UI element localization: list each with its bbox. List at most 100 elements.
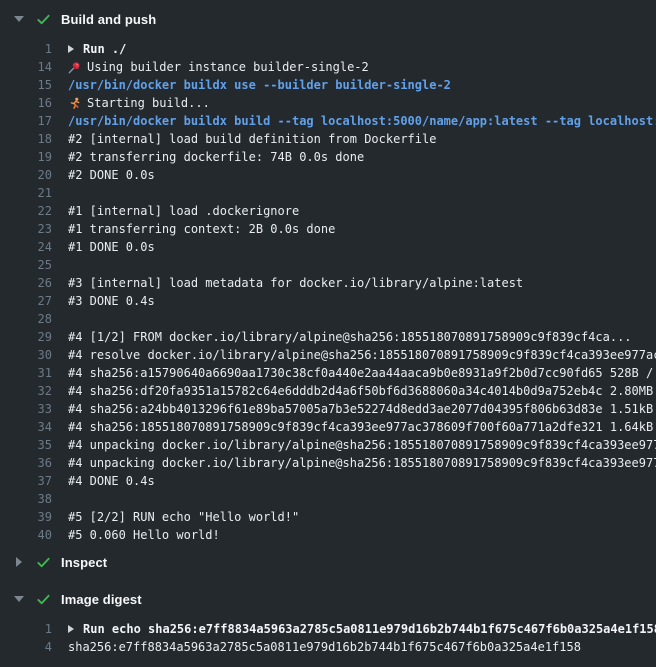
- log-text: #5 [2/2] RUN echo "Hello world!": [68, 508, 656, 526]
- line-number[interactable]: 39: [0, 508, 52, 526]
- log-text: Using builder instance builder-single-2: [68, 58, 656, 76]
- log-text-content: #4 resolve docker.io/library/alpine@sha2…: [68, 346, 656, 364]
- log-text: #4 sha256:185518070891758909c9f839cf4ca3…: [68, 418, 656, 436]
- line-number[interactable]: 24: [0, 238, 52, 256]
- log-text-content: #1 transferring context: 2B 0.0s done: [68, 220, 335, 238]
- line-number[interactable]: 14: [0, 58, 52, 76]
- log-text: #1 DONE 0.0s: [68, 238, 656, 256]
- log-line: 1 Run echo sha256:e7ff8834a5963a2785c5a08…: [0, 620, 656, 638]
- log-text-content: Run echo sha256:e7ff8834a5963a2785c5a081…: [83, 620, 656, 638]
- log-line: 4 sha256:e7ff8834a5963a2785c5a0811e979d16…: [0, 638, 656, 656]
- line-number[interactable]: 30: [0, 346, 52, 364]
- log-text: /usr/bin/docker buildx use --builder bui…: [68, 76, 656, 94]
- log-text: [68, 256, 656, 274]
- line-number[interactable]: 1: [0, 620, 52, 638]
- expand-arrow-icon[interactable]: [68, 45, 74, 53]
- runner-icon: [68, 97, 81, 110]
- log-text-content: Using builder instance builder-single-2: [87, 58, 369, 76]
- line-number[interactable]: 16: [0, 94, 52, 112]
- log-text: #3 [internal] load metadata for docker.i…: [68, 274, 656, 292]
- line-number[interactable]: 22: [0, 202, 52, 220]
- expand-arrow-icon[interactable]: [68, 625, 74, 633]
- section-header-build-and-push[interactable]: Build and push: [0, 9, 656, 29]
- line-number[interactable]: 28: [0, 310, 52, 328]
- chevron-down-icon: [14, 16, 24, 22]
- line-number[interactable]: 20: [0, 166, 52, 184]
- log-line: 30 #4 resolve docker.io/library/alpine@sh…: [0, 346, 656, 364]
- log-text: #4 resolve docker.io/library/alpine@sha2…: [68, 346, 656, 364]
- log-line: 15/usr/bin/docker buildx use --builder b…: [0, 76, 656, 94]
- log-line: 19 #2 transferring dockerfile: 74B 0.0s d…: [0, 148, 656, 166]
- line-number[interactable]: 34: [0, 418, 52, 436]
- log-text: #5 0.060 Hello world!: [68, 526, 656, 544]
- line-number[interactable]: 27: [0, 292, 52, 310]
- line-number[interactable]: 35: [0, 436, 52, 454]
- log-text: Starting build...: [68, 94, 656, 112]
- line-number[interactable]: 25: [0, 256, 52, 274]
- log-line: 26 #3 [internal] load metadata for docker…: [0, 274, 656, 292]
- log-text: #2 transferring dockerfile: 74B 0.0s don…: [68, 148, 656, 166]
- line-number[interactable]: 4: [0, 638, 52, 656]
- line-number[interactable]: 26: [0, 274, 52, 292]
- log-line: 35 #4 unpacking docker.io/library/alpine@…: [0, 436, 656, 454]
- line-number[interactable]: 21: [0, 184, 52, 202]
- log-text: #3 DONE 0.4s: [68, 292, 656, 310]
- line-number[interactable]: 37: [0, 472, 52, 490]
- log-text: #4 [1/2] FROM docker.io/library/alpine@s…: [68, 328, 656, 346]
- log-text: #1 [internal] load .dockerignore: [68, 202, 656, 220]
- log-line: 28: [0, 310, 656, 328]
- log-line: 20 #2 DONE 0.0s: [0, 166, 656, 184]
- log-text-content: #4 sha256:a24bb4013296f61e89ba57005a7b3e…: [68, 400, 656, 418]
- log-text-content: #4 DONE 0.4s: [68, 472, 155, 490]
- log-line: 38: [0, 490, 656, 508]
- log-lines: 1 Run ./ 14 Using builder instance builder-…: [0, 40, 656, 544]
- log-line: 31 #4 sha256:a15790640a6690aa1730c38cf0a4…: [0, 364, 656, 382]
- line-number[interactable]: 15: [0, 76, 52, 94]
- line-number[interactable]: 1: [0, 40, 52, 58]
- log-text-content: #5 [2/2] RUN echo "Hello world!": [68, 508, 299, 526]
- log-line: 1 Run ./: [0, 40, 656, 58]
- log-text-content: #5 0.060 Hello world!: [68, 526, 220, 544]
- log-text: #4 unpacking docker.io/library/alpine@sh…: [68, 436, 656, 454]
- log-line: 24 #1 DONE 0.0s: [0, 238, 656, 256]
- log-line: 33 #4 sha256:a24bb4013296f61e89ba57005a7b…: [0, 400, 656, 418]
- chevron-right-icon: [16, 557, 22, 567]
- section-header-inspect[interactable]: Inspect: [0, 552, 656, 572]
- line-number[interactable]: 33: [0, 400, 52, 418]
- section-title: Image digest: [61, 592, 142, 607]
- line-number[interactable]: 23: [0, 220, 52, 238]
- log-line: 32 #4 sha256:df20fa9351a15782c64e6dddb2d4…: [0, 382, 656, 400]
- log-text: #1 transferring context: 2B 0.0s done: [68, 220, 656, 238]
- log-line: 37 #4 DONE 0.4s: [0, 472, 656, 490]
- workflow-log: Build and push1Run ./14Using builder ins…: [0, 9, 656, 656]
- line-number[interactable]: 19: [0, 148, 52, 166]
- log-text-content: #3 DONE 0.4s: [68, 292, 155, 310]
- section-header-image-digest[interactable]: Image digest: [0, 589, 656, 609]
- log-text-content: #4 sha256:a15790640a6690aa1730c38cf0a440…: [68, 364, 656, 382]
- line-number[interactable]: 36: [0, 454, 52, 472]
- line-number[interactable]: 18: [0, 130, 52, 148]
- line-number[interactable]: 38: [0, 490, 52, 508]
- log-lines: 1 Run echo sha256:e7ff8834a5963a2785c5a08…: [0, 620, 656, 656]
- log-text: sha256:e7ff8834a5963a2785c5a0811e979d16b…: [68, 638, 656, 656]
- log-text: #2 [internal] load build definition from…: [68, 130, 656, 148]
- line-number[interactable]: 17: [0, 112, 52, 130]
- log-line: 40 #5 0.060 Hello world!: [0, 526, 656, 544]
- log-text: #2 DONE 0.0s: [68, 166, 656, 184]
- log-line: 17/usr/bin/docker buildx build --tag loc…: [0, 112, 656, 130]
- log-group-line[interactable]: Run echo sha256:e7ff8834a5963a2785c5a081…: [68, 620, 656, 638]
- line-number[interactable]: 40: [0, 526, 52, 544]
- log-text: #4 sha256:df20fa9351a15782c64e6dddb2d4a6…: [68, 382, 656, 400]
- line-number[interactable]: 29: [0, 328, 52, 346]
- log-line: 39 #5 [2/2] RUN echo "Hello world!": [0, 508, 656, 526]
- log-text-content: Run ./: [83, 40, 126, 58]
- log-line: 23 #1 transferring context: 2B 0.0s done: [0, 220, 656, 238]
- line-number[interactable]: 32: [0, 382, 52, 400]
- log-text-content: #2 transferring dockerfile: 74B 0.0s don…: [68, 148, 364, 166]
- line-number[interactable]: 31: [0, 364, 52, 382]
- log-group-line[interactable]: Run ./: [68, 40, 656, 58]
- log-line: 18 #2 [internal] load build definition fr…: [0, 130, 656, 148]
- log-text-content: /usr/bin/docker buildx use --builder bui…: [68, 76, 451, 94]
- log-line: 21: [0, 184, 656, 202]
- log-text-content: #3 [internal] load metadata for docker.i…: [68, 274, 523, 292]
